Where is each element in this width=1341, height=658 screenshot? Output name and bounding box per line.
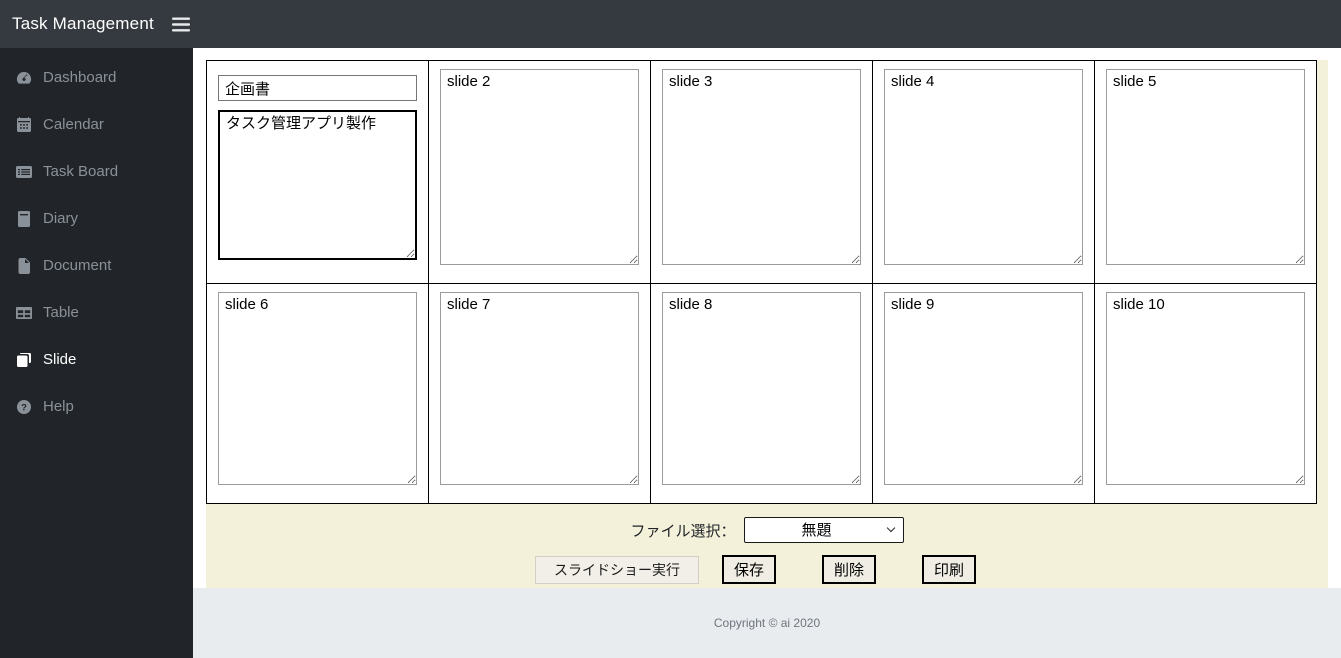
sidebar-item-label: Diary bbox=[43, 210, 79, 227]
slides-icon bbox=[16, 352, 32, 368]
topbar: Task Management bbox=[0, 0, 1341, 48]
tachometer-icon bbox=[16, 70, 32, 86]
app-title: Task Management bbox=[12, 14, 154, 33]
slide-cell-4: slide 4 bbox=[872, 60, 1095, 284]
slide-cell-5: slide 5 bbox=[1094, 60, 1317, 284]
copyright-text: Copyright © ai 2020 bbox=[713, 616, 821, 630]
file-select-label: ファイル選択： bbox=[630, 522, 736, 540]
slide8-textarea[interactable]: slide 8 bbox=[662, 292, 861, 485]
print-button[interactable]: 印刷 bbox=[922, 555, 977, 584]
app-window: Task Management Dashboard Calendar Task … bbox=[0, 0, 1341, 658]
board-icon bbox=[16, 164, 32, 180]
slide7-textarea[interactable]: slide 7 bbox=[440, 292, 639, 485]
sidebar: Dashboard Calendar Task Board Diary Docu… bbox=[0, 48, 193, 658]
slide-cell-1: タスク管理アプリ製作 bbox=[206, 60, 429, 284]
footer: Copyright © ai 2020 bbox=[193, 588, 1341, 658]
sidebar-item-label: Document bbox=[43, 257, 112, 274]
question-icon: ? bbox=[16, 399, 32, 415]
book-icon bbox=[16, 210, 32, 227]
slide5-textarea[interactable]: slide 5 bbox=[1106, 69, 1305, 265]
slide-cell-10: slide 10 bbox=[1094, 283, 1317, 504]
slide4-textarea[interactable]: slide 4 bbox=[884, 69, 1083, 265]
slide10-textarea[interactable]: slide 10 bbox=[1106, 292, 1305, 485]
sidebar-item-table[interactable]: Table bbox=[0, 289, 193, 336]
slide6-textarea[interactable]: slide 6 bbox=[218, 292, 417, 485]
slide1-content-textarea[interactable]: タスク管理アプリ製作 bbox=[218, 110, 417, 260]
sidebar-item-dashboard[interactable]: Dashboard bbox=[0, 54, 193, 101]
file-icon bbox=[16, 257, 32, 274]
slide3-textarea[interactable]: slide 3 bbox=[662, 69, 861, 265]
file-select-row: ファイル選択： 無題 bbox=[206, 517, 1328, 543]
slide1-title-input[interactable] bbox=[218, 75, 417, 101]
delete-button[interactable]: 削除 bbox=[821, 555, 876, 584]
calendar-icon bbox=[16, 116, 32, 133]
slide9-textarea[interactable]: slide 9 bbox=[884, 292, 1083, 485]
slide-cell-7: slide 7 bbox=[428, 283, 651, 504]
save-button[interactable]: 保存 bbox=[721, 555, 776, 584]
svg-text:?: ? bbox=[21, 402, 27, 413]
table-icon bbox=[16, 305, 32, 321]
slide-cell-9: slide 9 bbox=[872, 283, 1095, 504]
slide-panel: タスク管理アプリ製作 slide 2 slide 3 slide 4 bbox=[206, 60, 1328, 588]
sidebar-item-slide[interactable]: Slide bbox=[0, 336, 193, 383]
slide-cell-3: slide 3 bbox=[650, 60, 873, 284]
slide2-textarea[interactable]: slide 2 bbox=[440, 69, 639, 265]
sidebar-item-label: Calendar bbox=[43, 116, 104, 133]
sidebar-item-document[interactable]: Document bbox=[0, 242, 193, 289]
sidebar-item-task-board[interactable]: Task Board bbox=[0, 148, 193, 195]
slide-cell-8: slide 8 bbox=[650, 283, 873, 504]
action-buttons-row: スライドショー実行 保存 削除 印刷 bbox=[206, 555, 1328, 584]
sidebar-item-diary[interactable]: Diary bbox=[0, 195, 193, 242]
sidebar-item-label: Task Board bbox=[43, 163, 119, 180]
sidebar-item-label: Slide bbox=[43, 351, 77, 368]
sidebar-item-calendar[interactable]: Calendar bbox=[0, 101, 193, 148]
slides-grid: タスク管理アプリ製作 slide 2 slide 3 slide 4 bbox=[206, 60, 1317, 504]
menu-toggle-button[interactable] bbox=[168, 13, 194, 36]
sidebar-item-label: Dashboard bbox=[43, 69, 117, 86]
slide-cell-2: slide 2 bbox=[428, 60, 651, 284]
file-select[interactable]: 無題 bbox=[743, 517, 904, 543]
sidebar-item-label: Table bbox=[43, 304, 79, 321]
sidebar-item-help[interactable]: ? Help bbox=[0, 383, 193, 430]
hamburger-icon bbox=[171, 17, 190, 31]
slide-cell-6: slide 6 bbox=[206, 283, 429, 504]
sidebar-item-label: Help bbox=[43, 398, 74, 415]
slideshow-button[interactable]: スライドショー実行 bbox=[534, 555, 699, 584]
main-content: タスク管理アプリ製作 slide 2 slide 3 slide 4 bbox=[193, 48, 1341, 588]
